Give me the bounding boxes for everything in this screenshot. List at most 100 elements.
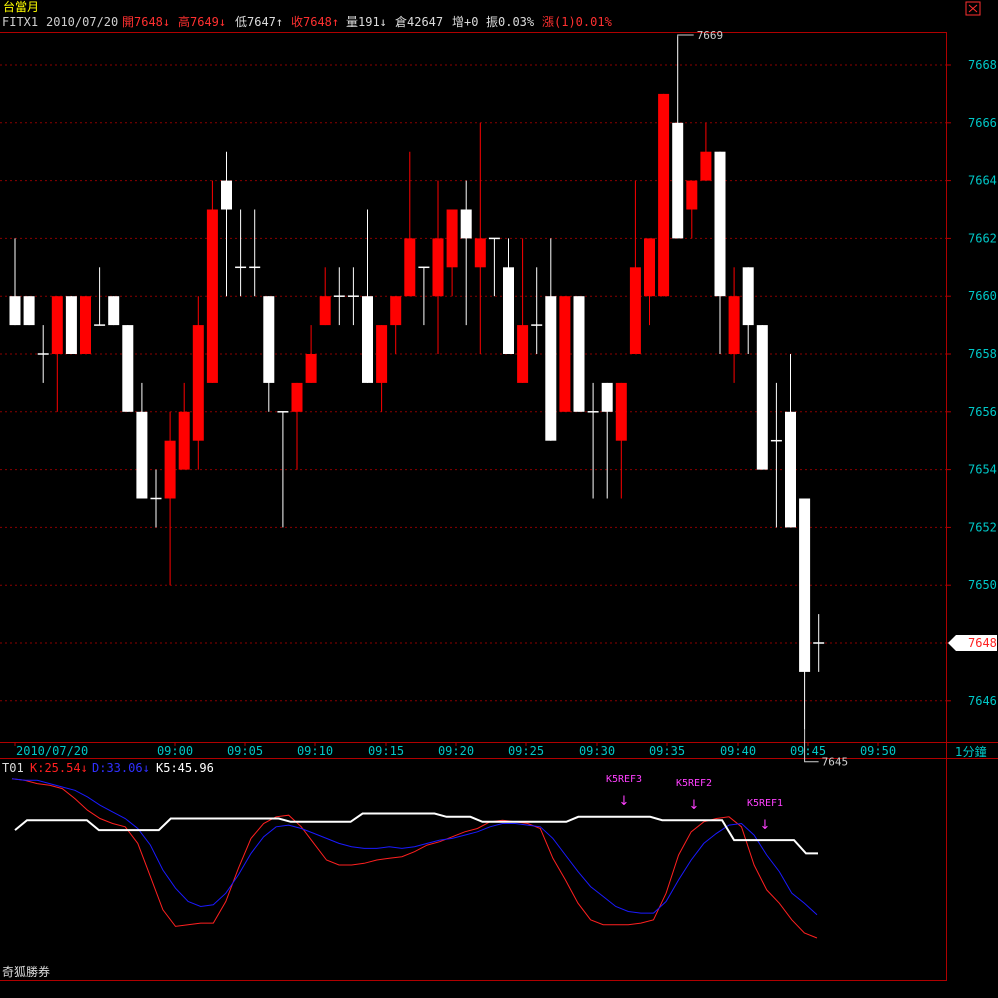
low-label: 低7647↑ [235, 15, 283, 29]
candle-body [108, 296, 120, 326]
candle-body [192, 325, 204, 441]
candle-body [672, 122, 684, 239]
candle-body [559, 296, 571, 412]
brand-label: 奇狐勝券 [2, 964, 50, 979]
candle [573, 296, 585, 412]
contract-title: 台當月 [3, 0, 39, 14]
price-axis-label: 7664 [968, 174, 997, 188]
candle-body [503, 267, 514, 354]
time-axis-label: 09:10 [297, 744, 333, 758]
candle-body [714, 151, 726, 297]
candle-body [644, 238, 655, 297]
candle-body [122, 325, 134, 412]
change-label: 漲(1)0.01% [542, 15, 613, 29]
price-axis-label: 7662 [968, 231, 997, 245]
high-label: 高7649↓ [178, 14, 226, 29]
symbol-label: FITX1 [2, 15, 38, 29]
candle-body [742, 267, 754, 326]
candle-body [390, 296, 402, 326]
quote-line: FITX1 2010/07/20 開7648↓ 高7649↓ 低7647↑ 收7… [2, 14, 613, 29]
candle-body [686, 180, 698, 210]
candle-body [545, 296, 557, 441]
open-interest-label: 倉42647 [395, 14, 443, 29]
candle-body [432, 238, 444, 297]
candle-body [517, 325, 529, 383]
candle-body [460, 209, 472, 239]
ref-marker-arrow: ↓ [619, 794, 630, 809]
indicator-name: T01 [2, 761, 24, 775]
candle-body [658, 93, 670, 297]
candle-body [601, 382, 613, 412]
time-axis-label: 09:20 [438, 744, 474, 758]
candle-body [206, 209, 218, 383]
time-axis-label: 09:15 [368, 744, 404, 758]
time-axis-label: 09:35 [649, 744, 685, 758]
candle [80, 296, 91, 354]
ref-marker-label: K5REF1 [747, 798, 783, 809]
candle [108, 296, 120, 326]
interval-label: 1分鐘 [955, 744, 987, 759]
price-axis-label: 7666 [968, 116, 997, 130]
current-price-tag: 7648 [948, 635, 997, 651]
price-axis-label: 7650 [968, 578, 997, 592]
close-label: 收7648↑ [291, 15, 339, 29]
candle-body [362, 296, 373, 383]
candle-body [799, 498, 811, 672]
price-axis-label: 7658 [968, 347, 997, 361]
time-axis-label: 09:25 [508, 744, 544, 758]
ref-marker-label: K5REF2 [676, 778, 712, 789]
time-axis-label: 09:30 [579, 744, 615, 758]
time-axis-label: 09:50 [860, 744, 896, 758]
k-value-label: K:25.54↓ [30, 761, 88, 775]
price-axis-label: 7668 [968, 58, 997, 72]
time-axis-label: 09:40 [720, 744, 756, 758]
candle [658, 93, 670, 297]
candle-body [404, 238, 416, 297]
candle-body [263, 296, 275, 383]
candle-body [51, 296, 63, 354]
high-annotation-label: 7669 [697, 29, 724, 42]
candle-body [728, 296, 740, 354]
candle [756, 325, 768, 470]
open-label: 開7648↓ [122, 15, 170, 29]
ref-marker-arrow: ↓ [760, 818, 771, 833]
candle-body [305, 354, 317, 383]
candle-body [573, 296, 585, 412]
ref-marker-arrow: ↓ [689, 798, 700, 813]
candle-body [785, 411, 796, 528]
time-axis-label: 2010/07/20 [16, 744, 88, 758]
candle-body [291, 382, 303, 412]
date-label: 2010/07/20 [46, 15, 118, 29]
k5-value-label: K5:45.96 [156, 761, 214, 775]
candle [65, 296, 77, 354]
time-axis-label: 09:00 [157, 744, 193, 758]
d-value-label: D:33.06↓ [92, 761, 150, 775]
candle-body [9, 296, 21, 326]
volume-label: 量191↓ [346, 15, 387, 29]
candle [559, 296, 571, 412]
price-axis-label: 7646 [968, 694, 997, 708]
indicator-header: T01 K:25.54↓ D:33.06↓ K5:45.96 [2, 761, 214, 775]
oi-change-label: 增+0 [452, 15, 478, 29]
ref-marker-label: K5REF3 [606, 774, 642, 785]
price-axis-label: 7656 [968, 405, 997, 419]
candle-body [376, 325, 388, 383]
time-axis-label: 09:05 [227, 744, 263, 758]
candle-body [164, 440, 176, 499]
candle-body [700, 151, 712, 181]
price-axis-label: 7660 [968, 289, 997, 303]
candle-body [474, 238, 486, 268]
candle [23, 296, 35, 326]
candle-body [756, 325, 768, 470]
candle-body [615, 382, 627, 441]
price-axis-label: 7652 [968, 520, 997, 534]
candle-body [65, 296, 77, 354]
candle-body [446, 209, 458, 268]
candle-body [629, 267, 641, 354]
chart-canvas: 台當月 FITX1 2010/07/20 開7648↓ 高7649↓ 低7647… [0, 0, 998, 998]
candle [122, 325, 134, 412]
candle [206, 180, 218, 383]
candle-body [178, 411, 190, 470]
current-price-value: 7648 [968, 636, 997, 650]
amplitude-label: 振0.03% [486, 15, 535, 29]
